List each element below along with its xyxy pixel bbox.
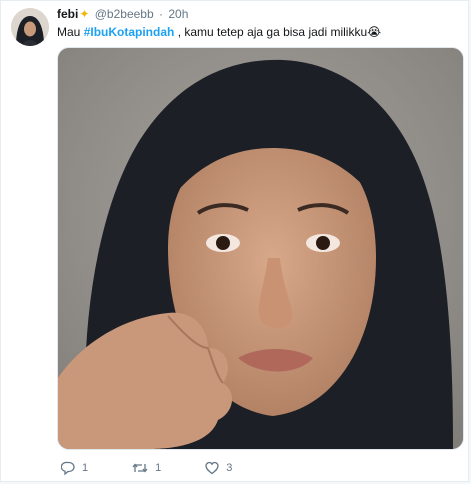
- retweet-icon: [132, 461, 148, 475]
- tweet-header: febi✦ @b2beebb · 20h: [57, 7, 188, 22]
- tweet-photo[interactable]: [57, 47, 464, 450]
- tweet-text: Mau #IbuKotapindah , kamu tetep aja ga b…: [57, 25, 381, 40]
- avatar-image: [11, 8, 49, 46]
- tweet-text-end: , kamu tetep aja ga bisa jadi milikku: [174, 25, 368, 39]
- tweet-actions: 1 1 3: [61, 461, 276, 475]
- like-button[interactable]: 3: [205, 461, 232, 475]
- retweet-button[interactable]: 1: [132, 461, 161, 475]
- reply-count: 1: [82, 462, 89, 474]
- tweet-text-start: Mau: [57, 25, 84, 39]
- tweet-timestamp[interactable]: 20h: [168, 7, 188, 21]
- separator-dot: ·: [159, 7, 163, 21]
- tweet-card[interactable]: febi✦ @b2beebb · 20h Mau #IbuKotapindah …: [0, 0, 469, 482]
- reply-icon: [61, 461, 75, 475]
- sparkles-icon: ✦: [79, 7, 90, 21]
- retweet-count: 1: [155, 462, 162, 474]
- avatar[interactable]: [11, 8, 49, 46]
- hashtag-link[interactable]: #IbuKotapindah: [84, 25, 175, 39]
- like-count: 3: [226, 462, 233, 474]
- author-name[interactable]: febi: [57, 7, 78, 21]
- like-icon: [205, 461, 219, 475]
- selfie-image: [58, 48, 463, 449]
- crying-emoji: 😭: [367, 25, 382, 39]
- reply-button[interactable]: 1: [61, 461, 88, 475]
- author-handle[interactable]: @b2beebb: [95, 7, 154, 21]
